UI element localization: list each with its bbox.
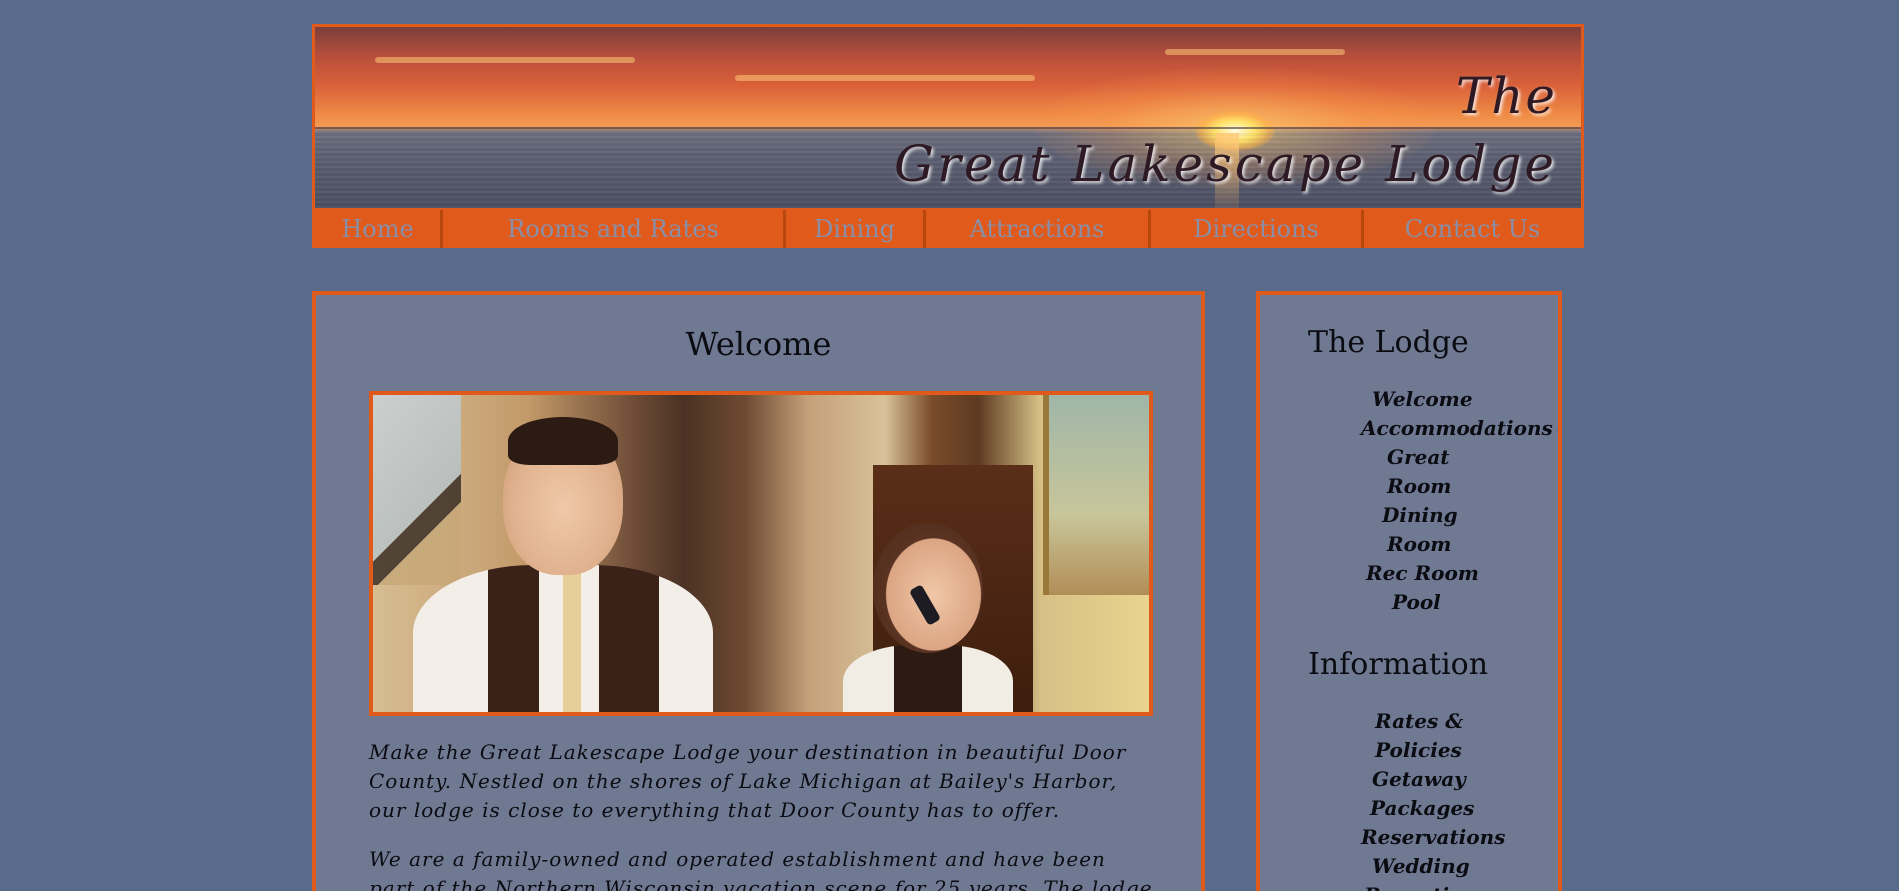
sidebar-heading-information: Information <box>1308 647 1489 682</box>
sidebar-link-packages[interactable]: Packages <box>1260 794 1558 823</box>
sidebar-link-rates[interactable]: Rates & <box>1260 707 1558 736</box>
sidebar-link-room-2[interactable]: Room <box>1260 530 1558 559</box>
sidebar-link-reception[interactable]: Reception <box>1260 881 1558 891</box>
sidebar-link-rec-room[interactable]: Rec Room <box>1260 559 1558 588</box>
nav-attractions[interactable]: Attractions <box>926 210 1151 248</box>
lodge-links: Welcome Accommodations Great Room Dining… <box>1260 385 1558 617</box>
page: The Great Lakescape Lodge Home Rooms and… <box>0 0 1899 891</box>
intro-paragraph: Make the Great Lakescape Lodge your dest… <box>369 740 1127 822</box>
sidebar-link-room[interactable]: Room <box>1260 472 1558 501</box>
history-paragraph: We are a family-owned and operated estab… <box>369 847 1153 891</box>
nav-directions[interactable]: Directions <box>1151 210 1364 248</box>
sidebar-heading-lodge: The Lodge <box>1308 325 1469 360</box>
site-title-line2: Great Lakescape Lodge <box>894 135 1557 193</box>
site-title-line1: The <box>1455 67 1557 125</box>
nav-dining[interactable]: Dining <box>786 210 926 248</box>
sidebar-link-reservations[interactable]: Reservations <box>1260 823 1558 852</box>
main-nav: Home Rooms and Rates Dining Attractions … <box>315 210 1581 248</box>
sidebar-link-dining[interactable]: Dining <box>1260 501 1558 530</box>
sidebar-link-wedding[interactable]: Wedding <box>1260 852 1558 881</box>
sidebar-link-policies[interactable]: Policies <box>1260 736 1558 765</box>
sunset-banner-image: The Great Lakescape Lodge <box>315 27 1581 208</box>
main-content: Welcome Make the Great Lakescape Lodge y… <box>312 291 1205 891</box>
sidebar-link-accommodations[interactable]: Accommodations <box>1260 414 1558 443</box>
information-links: Rates & Policies Getaway Packages Reserv… <box>1260 707 1558 891</box>
nav-home[interactable]: Home <box>315 210 443 248</box>
sidebar-link-great[interactable]: Great <box>1260 443 1558 472</box>
nav-rooms-and-rates[interactable]: Rooms and Rates <box>443 210 786 248</box>
sidebar-link-pool[interactable]: Pool <box>1260 588 1558 617</box>
page-title: Welcome <box>685 325 832 363</box>
nav-contact-us[interactable]: Contact Us <box>1364 210 1581 248</box>
sidebar-link-getaway[interactable]: Getaway <box>1260 765 1558 794</box>
site-header: The Great Lakescape Lodge Home Rooms and… <box>312 24 1584 248</box>
sidebar-link-welcome[interactable]: Welcome <box>1260 385 1558 414</box>
sidebar: The Lodge Welcome Accommodations Great R… <box>1256 291 1562 891</box>
reception-photo <box>369 391 1153 716</box>
